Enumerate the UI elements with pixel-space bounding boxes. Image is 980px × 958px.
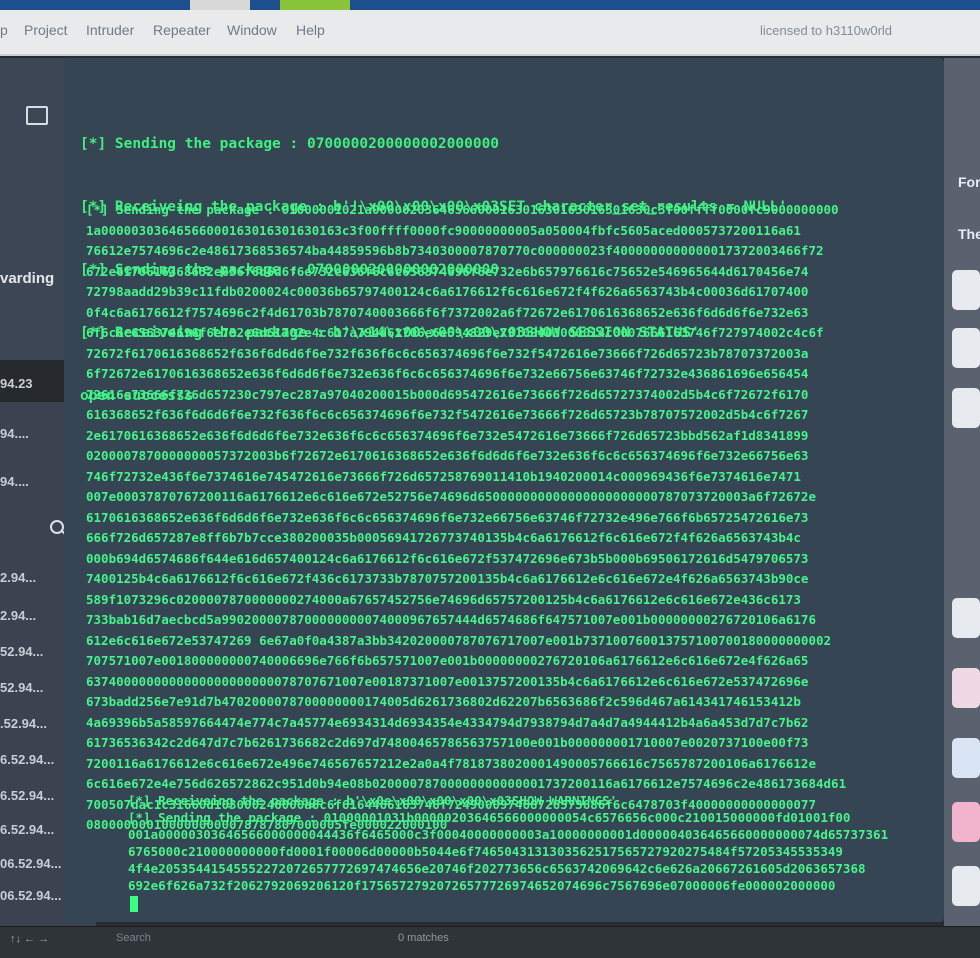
hex-line: 0200007870000000057372003b6f72672e617061… — [86, 448, 809, 463]
menu-bar: p Project Intruder Repeater Window Help … — [0, 10, 980, 56]
hex-line: 673badd256e7e91d7b4702000078700000000174… — [86, 694, 801, 709]
hex-line: 6f72672e6170616368652e636f6d6d6f6e732e63… — [86, 366, 809, 381]
menu-item[interactable]: p — [0, 22, 8, 38]
text-cursor — [130, 896, 138, 912]
menu-help[interactable]: Help — [296, 22, 325, 38]
right-card[interactable] — [952, 598, 980, 638]
left-value: 94.23 — [0, 376, 33, 391]
hex-line: 7200116a6176612e6c616e672e496e7465676572… — [86, 755, 816, 771]
right-sidebar: For The — [944, 58, 980, 926]
hex-payload: [*] Sending the package : 01000001021a00… — [86, 200, 942, 836]
hex-line: 61736536342c2d647d7c7b6261736682c2d697d7… — [86, 735, 809, 750]
console-line: 692e6f626a732f2062792069206120f175657279… — [128, 878, 836, 893]
console-line: [*] Receiveing the package : b'\x0e\x00\… — [128, 793, 618, 808]
hex-line: 72616e73666f726d657230c797ec287a97040200… — [86, 386, 809, 402]
hex-line: 2e6170616368652e636f6d6d6f6e732e636f6c6c… — [86, 427, 809, 443]
hex-line: 616368652f636f6d6d6f6e732f636f6c6c656374… — [86, 407, 809, 422]
license-text: licensed to h3110w0rld — [760, 23, 893, 38]
hex-line: [*] Sending the package : 01000001021a00… — [86, 202, 839, 217]
console-tail: [*] Receiveing the package : b'\x0e\x00\… — [128, 792, 928, 894]
title-fragment — [280, 0, 350, 10]
left-value: 06.52.94... — [0, 888, 62, 903]
hex-line: 76612e7574696c2e48617368536574ba44859596… — [86, 243, 824, 258]
hex-line: 707571007e001800000000740006696e766f6b65… — [86, 653, 809, 668]
left-value: 6.52.94... — [0, 788, 55, 803]
left-value: 94.... — [0, 474, 29, 489]
search-input[interactable]: Search — [116, 932, 151, 944]
left-value: 6.52.94... — [0, 752, 55, 767]
right-card[interactable] — [952, 270, 980, 310]
right-card[interactable] — [952, 802, 980, 842]
hex-line: 0f4c6a6176612f7574696c2f4d61703b78707400… — [86, 304, 809, 320]
menu-repeater[interactable]: Repeater — [153, 22, 211, 38]
hex-line: 007e00037870767200116a6176612e6c616e672e… — [86, 489, 816, 504]
hex-line: 6170616368652e636f6d6d6f6e732e636f6c6c65… — [86, 509, 809, 525]
console-line: 001a00000303646566000000044436f6465000c3… — [128, 827, 889, 842]
title-fragment — [190, 0, 250, 10]
right-label: For — [958, 174, 980, 190]
hex-line: 589f1073296c0200007870000000274000a67657… — [86, 591, 801, 607]
hex-line: 666f726d657287e8ff6b7b7cce380200035b0005… — [86, 530, 801, 545]
hex-line: 4a69396b5a58597664474e774c7a45774e693431… — [86, 714, 809, 730]
hex-line: 746f72732e436f6e7374616e745472616e73666f… — [86, 468, 801, 484]
console-line: [*] Sending the package : 07000002000000… — [80, 136, 500, 152]
hex-line: 7400125b4c6a6176612f6c616e672f436c617373… — [86, 571, 809, 586]
left-value: 52.94... — [0, 644, 44, 659]
top-strip — [0, 0, 980, 10]
right-card[interactable] — [952, 668, 980, 708]
right-label: The — [958, 226, 980, 242]
menu-intruder[interactable]: Intruder — [86, 22, 134, 38]
console-line: 6765000c210000000000fd0001f00006d00000b5… — [128, 844, 843, 859]
hex-line: 733bab16d7aecbcd5a9902000078700000000074… — [86, 612, 816, 627]
right-card[interactable] — [952, 388, 980, 428]
search-nav-arrows[interactable]: ↑↓ ← → — [10, 933, 49, 945]
hex-line: 1a00000303646566000163016301630163c3f00f… — [86, 222, 801, 238]
hex-line: 6374000000000000000000000078707671007e00… — [86, 673, 809, 689]
right-card[interactable] — [952, 738, 980, 778]
left-value: 2.94... — [0, 608, 37, 623]
status-bar: ↑↓ ← → Search 0 matches — [0, 926, 980, 958]
match-count: 0 matches — [398, 932, 449, 944]
right-card[interactable] — [952, 866, 980, 906]
console-line: [*] Sending the package : 01000001031b00… — [128, 810, 851, 825]
menu-project[interactable]: Project — [24, 22, 68, 38]
forwarding-label: varding — [0, 270, 55, 287]
hex-line: 72672f6170616368652f636f6d6d6f6e732f636f… — [86, 345, 809, 361]
left-value: .52.94... — [0, 716, 47, 731]
hex-line: 000b694d6574686f644e616d657400124c6a6176… — [86, 550, 809, 566]
left-value: 2.94... — [0, 570, 37, 585]
left-value: 52.94... — [0, 680, 44, 695]
hex-line: 612e6c616e672e53747269 6e67a0f0a4387a3bb… — [86, 632, 832, 648]
left-value: 06.52.94... — [0, 856, 62, 871]
hex-line: 6f6c6c656374696f6e732e6d61702e4c617a794d… — [86, 325, 824, 340]
left-value: 94.... — [0, 426, 29, 441]
console-line: 4f4e20535441545552272072657772697474656e… — [128, 861, 866, 876]
image-icon[interactable] — [26, 106, 48, 125]
hex-line: 672e6170616368652e636f6d6d6f6e732e636f6c… — [86, 263, 809, 279]
menu-window[interactable]: Window — [227, 22, 277, 38]
left-value: 6.52.94... — [0, 822, 55, 837]
search-icon[interactable] — [50, 520, 64, 534]
right-card[interactable] — [952, 328, 980, 368]
hex-line: 72798aadd29b39c11fdb0200024c00036b657974… — [86, 284, 809, 299]
